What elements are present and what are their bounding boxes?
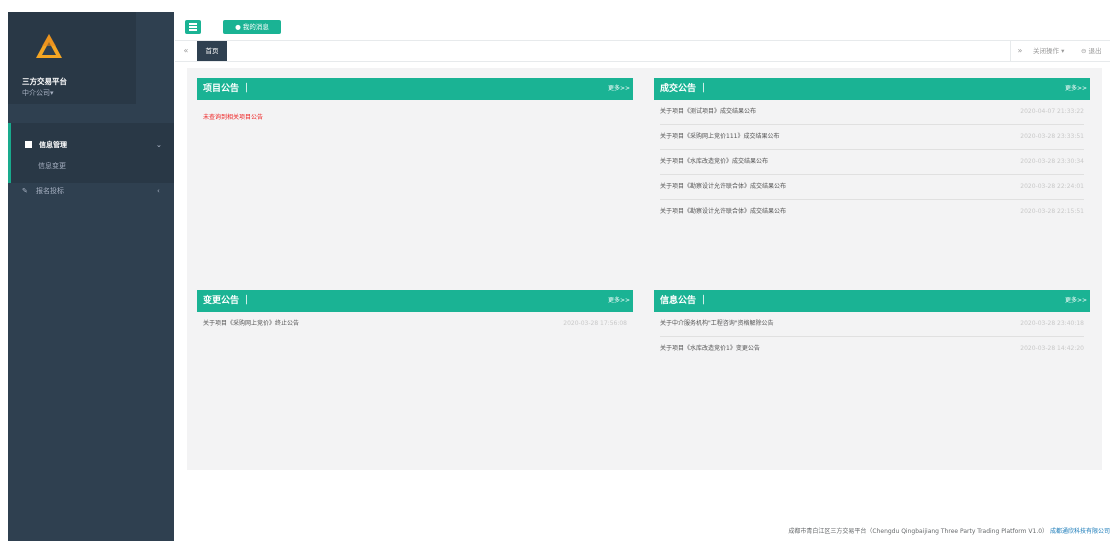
item-date: 2020-03-28 23:30:34 bbox=[1020, 158, 1084, 165]
footer-text: 成都市青白江区三方交易平台（Chengdu Qingbaijiang Three… bbox=[788, 528, 1049, 535]
announcement-list: 关于项目《采购网上竞价》终止公告 2020-03-28 17:56:08 bbox=[197, 312, 633, 336]
panel-title: 项目公告 ｜ bbox=[203, 84, 252, 94]
list-item[interactable]: 关于项目《测试项目》成交结果公布 2020-04-07 21:33:22 bbox=[660, 100, 1084, 125]
list-item[interactable]: 关于项目《水库改造竞价》成交结果公布 2020-03-28 23:30:34 bbox=[660, 150, 1084, 175]
company-dropdown[interactable]: 中介公司▾ bbox=[22, 88, 54, 98]
item-title[interactable]: 关于中介服务机构"工程咨询"资格解除公告 bbox=[660, 312, 774, 336]
document-icon bbox=[25, 141, 32, 148]
item-title[interactable]: 关于项目《采购网上竞价111》成交结果公布 bbox=[660, 125, 779, 149]
item-date: 2020-04-07 21:33:22 bbox=[1020, 108, 1084, 115]
footer-company-link[interactable]: 成都通欣科技有限公司 bbox=[1050, 528, 1110, 535]
sidebar-item-label: 信息管理 bbox=[39, 141, 67, 149]
item-date: 2020-03-28 23:33:51 bbox=[1020, 133, 1084, 140]
tab-scroll-left-button[interactable]: « bbox=[177, 41, 195, 61]
item-title[interactable]: 关于项目《水库改造竞价1》变更公告 bbox=[660, 337, 760, 361]
list-item[interactable]: 关于项目《采购网上竞价》终止公告 2020-03-28 17:56:08 bbox=[203, 312, 627, 336]
panel-title: 成交公告 ｜ bbox=[660, 84, 709, 94]
item-date: 2020-03-28 17:56:08 bbox=[563, 320, 627, 327]
announcement-list: 关于项目《测试项目》成交结果公布 2020-04-07 21:33:22 关于项目… bbox=[654, 100, 1090, 224]
tabs-bar: « 首页 » 关闭操作 ▾ ⊖ 退出 bbox=[175, 40, 1110, 62]
panel-title: 变更公告 ｜ bbox=[203, 296, 252, 306]
sidebar: 三方交易平台 中介公司▾ 信息管理 ⌄ 信息变更 ✎ 报名投标 ‹ bbox=[8, 12, 174, 541]
item-title[interactable]: 关于项目《采购网上竞价》终止公告 bbox=[203, 312, 299, 336]
footer: 成都市青白江区三方交易平台（Chengdu Qingbaijiang Three… bbox=[175, 522, 1110, 541]
empty-message: 未查询到相关项目公告 bbox=[203, 114, 264, 121]
sidebar-item-label: 报名投标 bbox=[36, 187, 64, 195]
panel-title: 信息公告 ｜ bbox=[660, 296, 709, 306]
more-link[interactable]: 更多>> bbox=[1065, 78, 1087, 100]
chevron-left-icon: ‹ bbox=[157, 187, 160, 195]
sidebar-item-info-management[interactable]: 信息管理 ⌄ 信息变更 bbox=[8, 123, 174, 183]
item-title[interactable]: 关于项目《水库改造竞价》成交结果公布 bbox=[660, 150, 768, 174]
sidebar-item-row[interactable]: 信息管理 ⌄ bbox=[11, 135, 177, 155]
hamburger-icon bbox=[189, 23, 197, 31]
close-operations-dropdown[interactable]: 关闭操作 ▾ bbox=[1033, 41, 1064, 61]
deal-announcement-panel: 成交公告 ｜ 更多>> 关于项目《测试项目》成交结果公布 2020-04-07 2… bbox=[654, 78, 1090, 224]
info-announcement-panel: 信息公告 ｜ 更多>> 关于中介服务机构"工程咨询"资格解除公告 2020-03-… bbox=[654, 290, 1090, 361]
menu-toggle-button[interactable] bbox=[185, 20, 201, 34]
more-link[interactable]: 更多>> bbox=[1065, 290, 1087, 312]
item-date: 2020-03-28 22:15:51 bbox=[1020, 208, 1084, 215]
tab-home[interactable]: 首页 bbox=[197, 41, 227, 61]
my-messages-button[interactable]: ● 我的消息 bbox=[223, 20, 281, 34]
panel-header: 项目公告 ｜ 更多>> bbox=[197, 78, 633, 100]
project-announcement-panel: 项目公告 ｜ 更多>> 未查询到相关项目公告 bbox=[197, 78, 633, 133]
item-date: 2020-03-28 22:24:01 bbox=[1020, 183, 1084, 190]
top-navbar: ● 我的消息 bbox=[175, 12, 1110, 40]
list-item[interactable]: 关于中介服务机构"工程咨询"资格解除公告 2020-03-28 23:40:18 bbox=[660, 312, 1084, 337]
panel-header: 信息公告 ｜ 更多>> bbox=[654, 290, 1090, 312]
edit-icon: ✎ bbox=[22, 187, 28, 195]
sidebar-header: 三方交易平台 中介公司▾ bbox=[8, 12, 136, 104]
dashboard-content: 项目公告 ｜ 更多>> 未查询到相关项目公告 成交公告 ｜ 更多>> 关于项目《… bbox=[187, 68, 1102, 470]
brand-name: 三方交易平台 bbox=[22, 77, 67, 86]
tab-scroll-right-button[interactable]: » bbox=[1010, 41, 1029, 61]
chevron-down-icon: ⌄ bbox=[156, 141, 162, 149]
item-date: 2020-03-28 23:40:18 bbox=[1020, 320, 1084, 327]
list-item[interactable]: 关于项目《勘察设计允许联合体》成交结果公布 2020-03-28 22:15:51 bbox=[660, 200, 1084, 224]
change-announcement-panel: 变更公告 ｜ 更多>> 关于项目《采购网上竞价》终止公告 2020-03-28 1… bbox=[197, 290, 633, 336]
more-link[interactable]: 更多>> bbox=[608, 78, 630, 100]
item-title[interactable]: 关于项目《勘察设计允许联合体》成交结果公布 bbox=[660, 175, 786, 199]
panel-header: 成交公告 ｜ 更多>> bbox=[654, 78, 1090, 100]
more-link[interactable]: 更多>> bbox=[608, 290, 630, 312]
panel-header: 变更公告 ｜ 更多>> bbox=[197, 290, 633, 312]
item-title[interactable]: 关于项目《测试项目》成交结果公布 bbox=[660, 100, 756, 124]
item-date: 2020-03-28 14:42:20 bbox=[1020, 345, 1084, 352]
list-item[interactable]: 关于项目《勘察设计允许联合体》成交结果公布 2020-03-28 22:24:01 bbox=[660, 175, 1084, 200]
sidebar-subitem-info-change[interactable]: 信息变更 bbox=[38, 161, 66, 171]
logout-button[interactable]: ⊖ 退出 bbox=[1081, 41, 1110, 61]
item-title[interactable]: 关于项目《勘察设计允许联合体》成交结果公布 bbox=[660, 200, 786, 224]
announcement-list: 关于中介服务机构"工程咨询"资格解除公告 2020-03-28 23:40:18 … bbox=[654, 312, 1090, 361]
list-item[interactable]: 关于项目《采购网上竞价111》成交结果公布 2020-03-28 23:33:51 bbox=[660, 125, 1084, 150]
sidebar-item-bidding[interactable]: ✎ 报名投标 ‹ bbox=[8, 181, 174, 201]
logo-icon bbox=[36, 34, 62, 58]
list-item[interactable]: 关于项目《水库改造竞价1》变更公告 2020-03-28 14:42:20 bbox=[660, 337, 1084, 361]
